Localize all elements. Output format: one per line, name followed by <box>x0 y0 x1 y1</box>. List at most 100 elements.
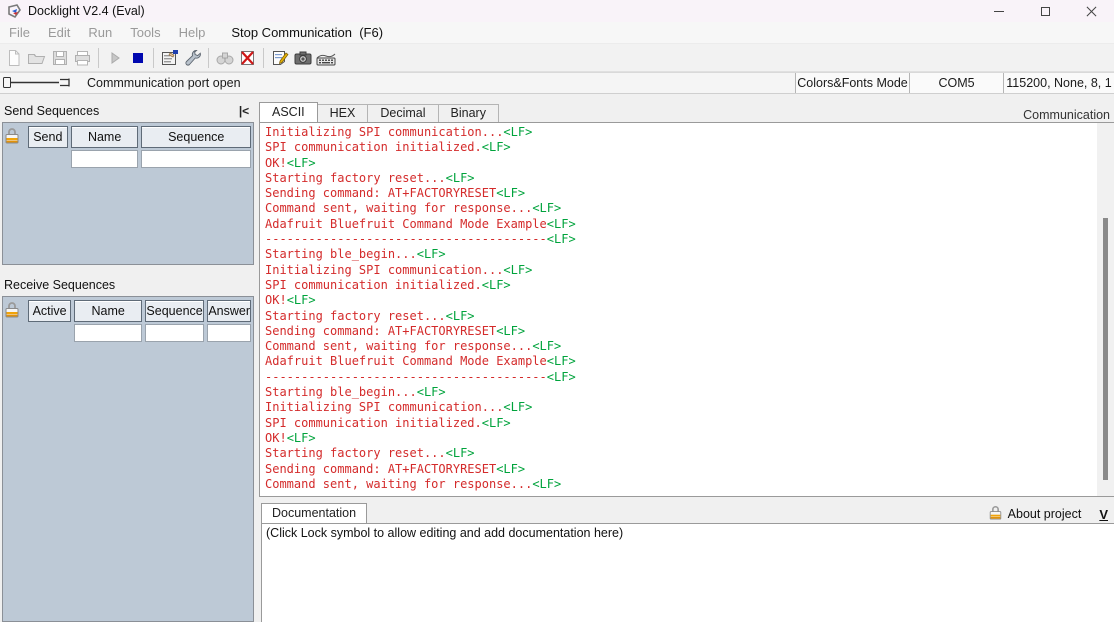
clear-communication-button[interactable] <box>236 46 259 70</box>
comm-lines: Initializing SPI communication...<LF> SPI… <box>260 123 1114 492</box>
keyboard-console-icon <box>316 53 335 65</box>
comm-line: ---------------------------------------<… <box>265 232 1094 247</box>
print-button <box>71 46 94 70</box>
save-project-icon <box>52 50 67 65</box>
send-sequence-input[interactable] <box>141 150 251 168</box>
lf-token: <LF> <box>503 400 533 415</box>
communication-window[interactable]: Initializing SPI communication...<LF> SPI… <box>259 122 1114 497</box>
stop-communication-icon <box>132 52 143 63</box>
rx-text: Command sent, waiting for response... <box>265 476 533 491</box>
options-button[interactable] <box>181 46 204 70</box>
find-binoculars-icon <box>216 52 233 64</box>
send-sequences-panel: Send Name Sequence <box>2 122 254 265</box>
menu-help: Help <box>178 25 206 40</box>
lf-token: <LF> <box>546 369 576 384</box>
lf-token: <LF> <box>481 140 511 155</box>
lf-token: <LF> <box>445 170 475 185</box>
rx-text: --------------------------------------- <box>265 232 547 247</box>
comm-line: Sending command: AT+FACTORYRESET<LF> <box>265 324 1094 339</box>
comm-line: SPI communication initialized.<LF> <box>265 140 1094 155</box>
rx-text: OK! <box>265 293 287 308</box>
snapshot-button[interactable] <box>291 46 314 70</box>
snapshot-camera-icon <box>294 51 311 64</box>
tab-binary[interactable]: Binary <box>437 104 499 122</box>
receive-lock-icon[interactable] <box>5 300 25 321</box>
close-button[interactable] <box>1068 0 1114 22</box>
window-title: Docklight V2.4 (Eval) <box>28 4 145 18</box>
send-name-input[interactable] <box>70 150 139 168</box>
rx-text: Command sent, waiting for response... <box>265 339 533 354</box>
docklight-logo-icon <box>7 3 22 19</box>
status-mode-cell[interactable]: Colors&Fonts Mode <box>796 73 910 93</box>
status-bar: Commmunication port open Colors&Fonts Mo… <box>0 72 1114 94</box>
maximize-icon <box>1040 6 1050 16</box>
toolbar-separator <box>98 47 99 68</box>
tab-ascii[interactable]: ASCII <box>259 102 318 122</box>
comm-scrollbar-track[interactable] <box>1097 123 1114 496</box>
documentation-lock-icon[interactable] <box>989 505 1002 523</box>
tab-decimal[interactable]: Decimal <box>367 104 439 122</box>
comm-line: Sending command: AT+FACTORYRESET<LF> <box>265 186 1094 201</box>
answer-column-header: Answer <box>207 300 251 322</box>
new-project-button <box>2 46 25 70</box>
send-lock-icon[interactable] <box>5 126 25 147</box>
comm-line: Starting factory reset...<LF> <box>265 446 1094 461</box>
send-sequences-title: Send Sequences <box>4 104 100 118</box>
rx-text: --------------------------------------- <box>265 369 547 384</box>
about-project-label[interactable]: About project <box>1008 507 1082 521</box>
port-connection-icon <box>3 77 70 88</box>
status-port-settings-cell[interactable]: 115200, None, 8, 1 <box>1004 73 1114 93</box>
title-bar: Docklight V2.4 (Eval) <box>0 0 1114 22</box>
lf-token: <LF> <box>532 339 562 354</box>
keyboard-console-button[interactable] <box>314 46 337 70</box>
lf-token: <LF> <box>532 201 562 216</box>
lf-token: <LF> <box>481 277 511 292</box>
project-settings-button[interactable] <box>158 46 181 70</box>
comm-line: Adafruit Bluefruit Command Mode Example<… <box>265 217 1094 232</box>
comm-tab-bar: ASCII HEX Decimal Binary Communication <box>259 102 1114 122</box>
rx-text: OK! <box>265 155 287 170</box>
receive-name-input[interactable] <box>74 324 142 342</box>
view-shortcut-link[interactable]: V <box>1099 507 1110 522</box>
lf-token: <LF> <box>286 155 316 170</box>
lf-token: <LF> <box>286 293 316 308</box>
edit-notes-button[interactable] <box>268 46 291 70</box>
rx-text: OK! <box>265 430 287 445</box>
comm-line: Command sent, waiting for response...<LF… <box>265 339 1094 354</box>
project-settings-icon <box>161 50 178 65</box>
new-project-icon <box>8 49 19 66</box>
tab-documentation[interactable]: Documentation <box>261 503 368 523</box>
lf-token: <LF> <box>496 186 526 201</box>
comm-scrollbar-thumb[interactable] <box>1103 218 1108 480</box>
receive-sequence-input[interactable] <box>144 324 205 342</box>
comm-line: Command sent, waiting for response...<LF… <box>265 477 1094 492</box>
menu-bar: File Edit Run Tools Help Stop Communicat… <box>0 22 1114 44</box>
rx-text: Initializing SPI communication... <box>265 400 504 415</box>
stop-communication-button[interactable] <box>126 46 149 70</box>
comm-line: Sending command: AT+FACTORYRESET<LF> <box>265 462 1094 477</box>
rx-text: SPI communication initialized. <box>265 415 482 430</box>
collapse-sidebar-button[interactable]: |< <box>234 102 254 120</box>
status-port-cell[interactable]: COM5 <box>910 73 1004 93</box>
receive-sequences-panel: Active Name Sequence Answer <box>2 296 254 622</box>
rx-text: Sending command: AT+FACTORYRESET <box>265 461 497 476</box>
minimize-button[interactable] <box>976 0 1022 22</box>
comm-line: Starting factory reset...<LF> <box>265 171 1094 186</box>
rx-text: SPI communication initialized. <box>265 140 482 155</box>
status-message-cell: Commmunication port open <box>0 73 796 93</box>
menu-stop-communication[interactable]: Stop Communication (F6) <box>222 23 392 42</box>
rx-text: Adafruit Bluefruit Command Mode Example <box>265 216 547 231</box>
lf-token: <LF> <box>416 247 446 262</box>
lf-token: <LF> <box>496 461 526 476</box>
send-column-header: Send <box>27 126 68 148</box>
maximize-button[interactable] <box>1022 0 1068 22</box>
rx-text: Starting factory reset... <box>265 446 446 461</box>
lf-token: <LF> <box>546 354 576 369</box>
tab-hex[interactable]: HEX <box>316 104 369 122</box>
receive-answer-input[interactable] <box>207 324 252 342</box>
toolbar-separator <box>153 47 154 68</box>
comm-line: OK!<LF> <box>265 293 1094 308</box>
comm-line: Starting ble_begin...<LF> <box>265 385 1094 400</box>
name-column-header: Name <box>70 126 139 148</box>
toolbar-separator <box>263 47 264 68</box>
